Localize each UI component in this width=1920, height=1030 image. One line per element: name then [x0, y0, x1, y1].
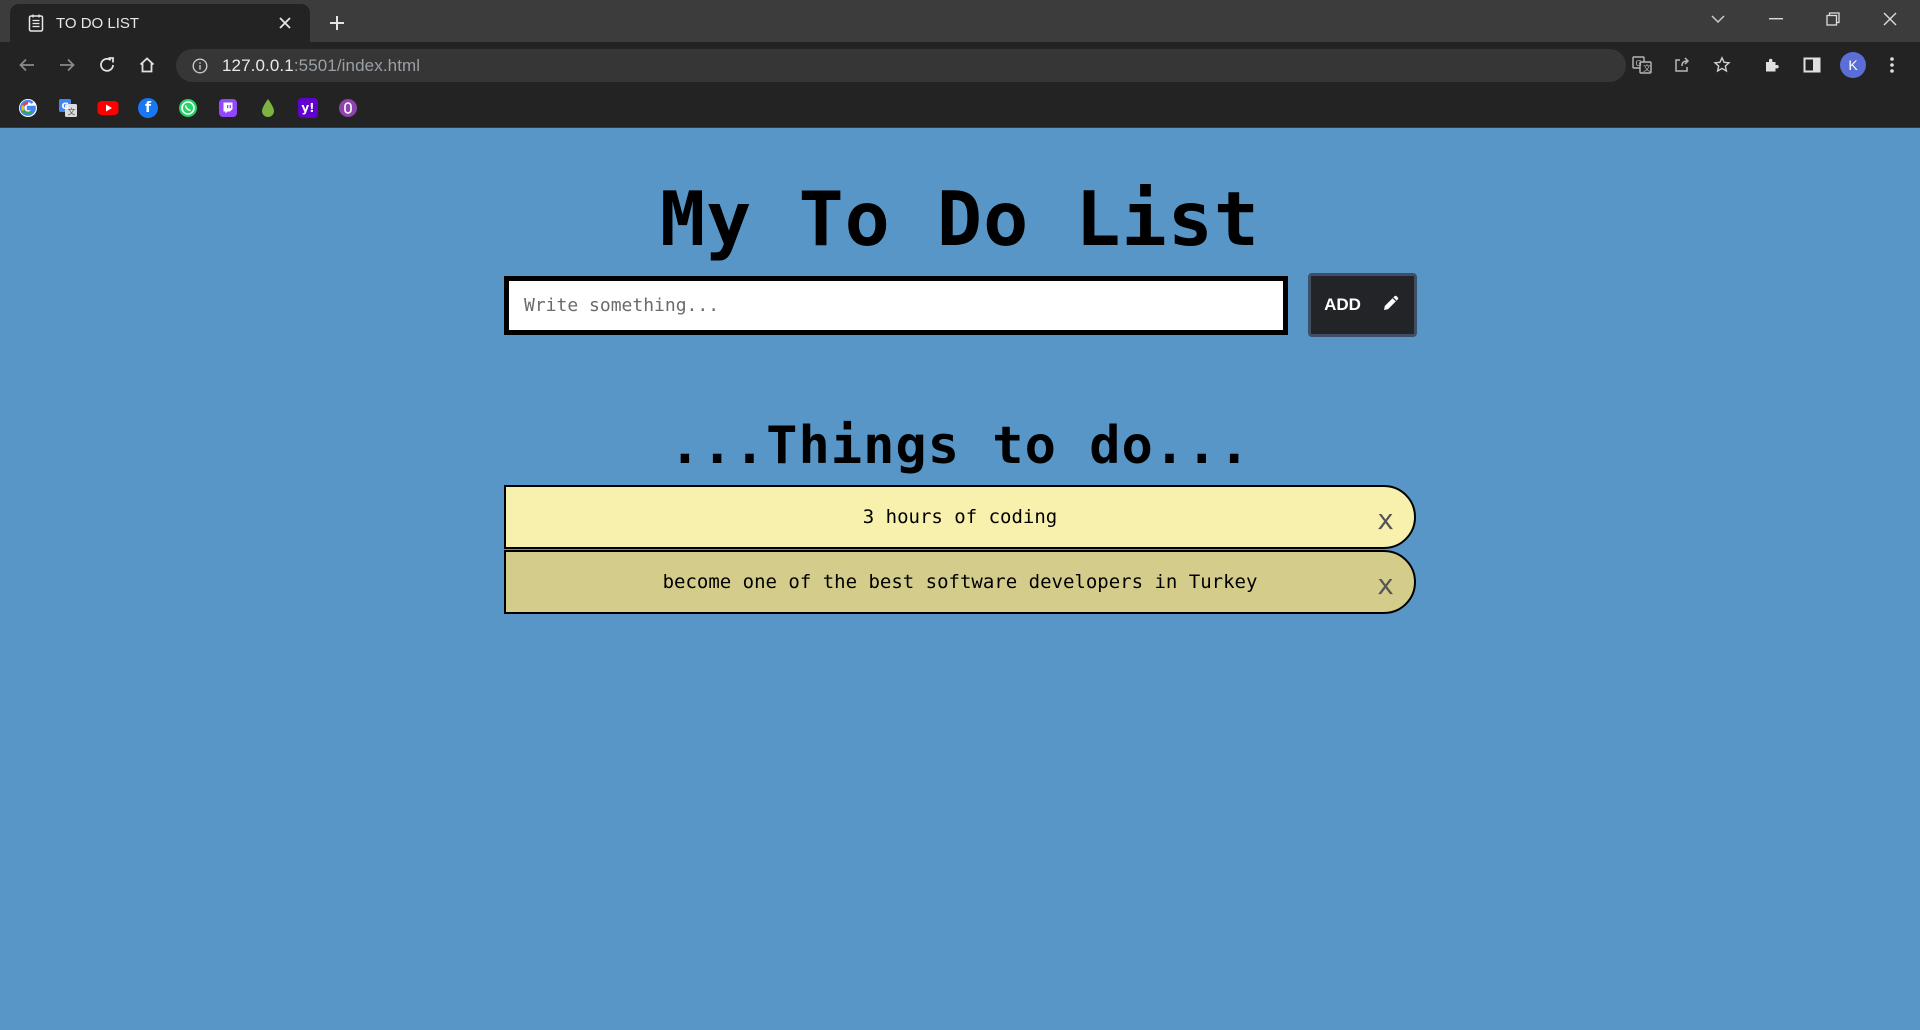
close-window-icon[interactable]: [1862, 0, 1918, 38]
url-host: 127.0.0.1: [222, 55, 294, 75]
url-path: :5501/index.html: [293, 55, 421, 75]
task-input[interactable]: [504, 276, 1288, 335]
info-icon[interactable]: [190, 56, 210, 76]
svg-text:G: G: [1636, 59, 1642, 68]
translate-icon[interactable]: G文: [1626, 49, 1658, 81]
reload-icon[interactable]: [91, 49, 123, 81]
delete-todo-button[interactable]: x: [1377, 505, 1394, 534]
restore-icon[interactable]: [1805, 0, 1861, 38]
delete-todo-button[interactable]: x: [1377, 570, 1394, 599]
facebook-icon[interactable]: f: [136, 96, 160, 120]
new-tab-button[interactable]: [322, 8, 352, 38]
tab-search-icon[interactable]: [1690, 0, 1746, 38]
forward-arrow-icon[interactable]: [51, 49, 83, 81]
menu-kebab-icon[interactable]: [1876, 49, 1908, 81]
todo-item[interactable]: become one of the best software develope…: [504, 550, 1416, 614]
home-icon[interactable]: [131, 49, 163, 81]
profile-initial: K: [1840, 52, 1866, 78]
google-icon[interactable]: [16, 96, 40, 120]
whatsapp-icon[interactable]: [176, 96, 200, 120]
things-to-do-heading: ...Things to do...: [669, 416, 1251, 476]
youtube-icon[interactable]: [96, 96, 120, 120]
notepad-icon: [26, 13, 46, 33]
close-tab-icon[interactable]: [274, 12, 296, 34]
add-button[interactable]: ADD: [1308, 273, 1417, 337]
todo-item[interactable]: 3 hours of coding x: [504, 485, 1416, 549]
tab-title: TO DO LIST: [56, 14, 140, 32]
profile-avatar[interactable]: K: [1837, 49, 1869, 81]
address-bar[interactable]: 127.0.0.1:5501/index.html: [176, 49, 1626, 82]
todo-text: 3 hours of coding: [862, 506, 1058, 528]
tab-strip: TO DO LIST: [0, 0, 1920, 42]
side-panel-icon[interactable]: [1796, 49, 1828, 81]
svg-text:文: 文: [1643, 63, 1651, 73]
todo-text: become one of the best software develope…: [662, 571, 1258, 593]
twitch-icon[interactable]: [216, 96, 240, 120]
purple-circle-icon[interactable]: [336, 96, 360, 120]
page-viewport: My To Do List ADD ...Things to do... 3 h…: [0, 129, 1920, 1030]
add-button-label: ADD: [1324, 295, 1361, 314]
bookmark-star-icon[interactable]: [1706, 49, 1738, 81]
extensions-puzzle-icon[interactable]: [1756, 49, 1788, 81]
back-arrow-icon[interactable]: [11, 49, 43, 81]
browser-toolbar: 127.0.0.1:5501/index.html G文 K: [0, 42, 1920, 88]
share-icon[interactable]: [1666, 49, 1698, 81]
bookmarks-bar: G文 f y!: [0, 88, 1920, 128]
browser-tab-active[interactable]: TO DO LIST: [10, 4, 310, 42]
yahoo-icon[interactable]: y!: [296, 96, 320, 120]
url-text: 127.0.0.1:5501/index.html: [222, 56, 420, 76]
svg-text:文: 文: [68, 107, 76, 117]
google-translate-icon[interactable]: G文: [56, 96, 80, 120]
droplet-icon[interactable]: [256, 96, 280, 120]
pencil-icon: [1381, 293, 1401, 318]
page-title: My To Do List: [660, 175, 1260, 263]
minimize-icon[interactable]: [1748, 0, 1804, 38]
